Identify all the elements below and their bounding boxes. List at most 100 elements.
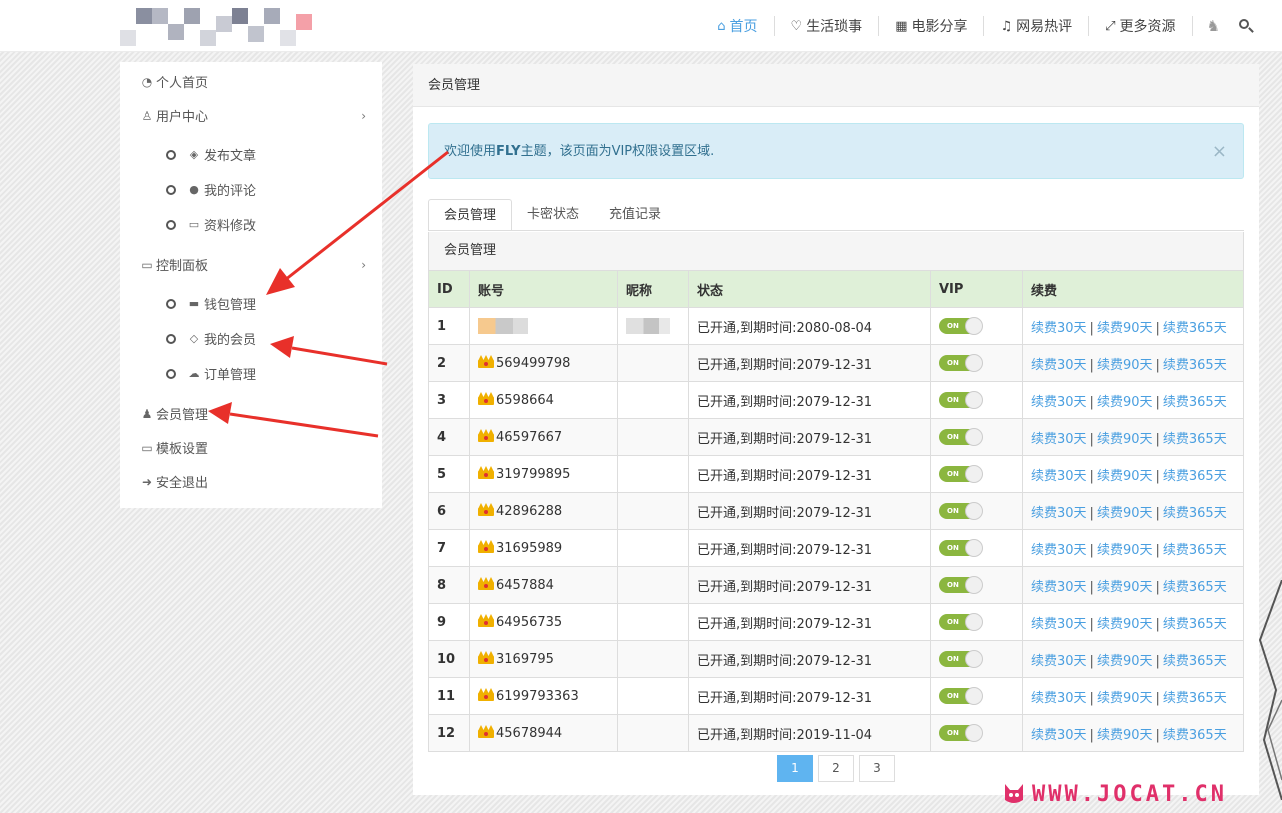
toggle-knob — [965, 687, 983, 705]
circle-bullet-icon — [166, 149, 176, 160]
cell-renew: 续费30天 | 续费90天 | 续费365天 — [1022, 381, 1244, 419]
renew-90-link[interactable]: 续费90天 — [1097, 469, 1153, 484]
vip-toggle[interactable]: ON — [939, 650, 983, 668]
renew-30-link[interactable]: 续费30天 — [1031, 580, 1087, 595]
cell-renew: 续费30天 | 续费90天 | 续费365天 — [1022, 640, 1244, 678]
vip-toggle[interactable]: ON — [939, 687, 983, 705]
nav-home[interactable]: ⌂ 首页 — [701, 16, 775, 36]
renew-90-link[interactable]: 续费90天 — [1097, 358, 1153, 373]
vip-toggle[interactable]: ON — [939, 465, 983, 483]
tab-card-status[interactable]: 卡密状态 — [512, 199, 594, 231]
vip-toggle[interactable]: ON — [939, 317, 983, 335]
nav-more[interactable]: ⤢ 更多资源 — [1089, 16, 1193, 36]
cell-renew: 续费30天 | 续费90天 | 续费365天 — [1022, 566, 1244, 604]
renew-30-link[interactable]: 续费30天 — [1031, 321, 1087, 336]
renew-90-link[interactable]: 续费90天 — [1097, 395, 1153, 410]
renew-90-link[interactable]: 续费90天 — [1097, 617, 1153, 632]
renew-365-link[interactable]: 续费365天 — [1163, 395, 1227, 410]
sidebar-item-wallet[interactable]: ▬ 钱包管理 — [166, 294, 256, 313]
sidebar-item-member-manage[interactable]: ♟ 会员管理 — [140, 404, 208, 424]
table-body: 1 已开通,到期时间:2080-08-04 ON 续费30天 | 续费90天 | 续费365天… — [428, 307, 1244, 752]
cell-nickname — [617, 455, 689, 493]
renew-365-link[interactable]: 续费365天 — [1163, 321, 1227, 336]
vip-toggle[interactable]: ON — [939, 613, 983, 631]
close-icon[interactable]: × — [1212, 124, 1227, 180]
renew-30-link[interactable]: 续费30天 — [1031, 432, 1087, 447]
nav-movies[interactable]: ▦ 电影分享 — [879, 16, 985, 36]
renew-30-link[interactable]: 续费30天 — [1031, 543, 1087, 558]
vip-toggle[interactable]: ON — [939, 576, 983, 594]
toggle-knob — [965, 539, 983, 557]
cell-status: 已开通,到期时间:2079-12-31 — [688, 603, 931, 641]
renew-365-link[interactable]: 续费365天 — [1163, 728, 1227, 743]
cell-vip: ON — [930, 492, 1023, 530]
renew-90-link[interactable]: 续费90天 — [1097, 543, 1153, 558]
sidebar-item-user-center[interactable]: ♙ 用户中心 › — [140, 106, 366, 126]
table-row: 4 46597667 已开通,到期时间:2079-12-31 ON 续费30天 | 续费90… — [428, 418, 1244, 456]
page-1[interactable]: 1 — [777, 755, 813, 782]
vip-toggle[interactable]: ON — [939, 502, 983, 520]
sidebar-item-logout[interactable]: ➜ 安全退出 — [140, 472, 208, 492]
sidebar-item-label: 控制面板 — [156, 259, 209, 274]
alert-bold: FLY — [496, 144, 521, 159]
renew-365-link[interactable]: 续费365天 — [1163, 358, 1227, 373]
sidebar-item-home[interactable]: ◔ 个人首页 — [140, 72, 208, 92]
sidebar-item-publish[interactable]: ◈ 发布文章 — [166, 145, 256, 164]
tab-recharge-log[interactable]: 充值记录 — [594, 199, 676, 231]
cell-id: 10 — [428, 640, 470, 678]
cell-account: 46597667 — [469, 418, 618, 456]
tab-member-manage[interactable]: 会员管理 — [428, 199, 513, 231]
table-row: 1 已开通,到期时间:2080-08-04 ON 续费30天 | 续费90天 | 续费365天 — [428, 307, 1244, 345]
renew-90-link[interactable]: 续费90天 — [1097, 654, 1153, 669]
renew-30-link[interactable]: 续费30天 — [1031, 654, 1087, 669]
vip-toggle[interactable]: ON — [939, 391, 983, 409]
renew-365-link[interactable]: 续费365天 — [1163, 580, 1227, 595]
vip-toggle[interactable]: ON — [939, 724, 983, 742]
site-logo-blurred[interactable] — [120, 8, 342, 48]
sidebar-item-template[interactable]: ▭ 模板设置 — [140, 438, 208, 458]
sidebar-item-comments[interactable]: ● 我的评论 — [166, 180, 256, 199]
renew-30-link[interactable]: 续费30天 — [1031, 395, 1087, 410]
renew-365-link[interactable]: 续费365天 — [1163, 691, 1227, 706]
vip-toggle[interactable]: ON — [939, 354, 983, 372]
squirrel-avatar-icon[interactable]: ♞ — [1207, 17, 1220, 35]
sidebar-item-orders[interactable]: ☁ 订单管理 — [166, 364, 256, 383]
nav-life[interactable]: ♡ 生活琐事 — [775, 16, 880, 36]
vip-toggle[interactable]: ON — [939, 428, 983, 446]
renew-365-link[interactable]: 续费365天 — [1163, 432, 1227, 447]
toggle-label: ON — [947, 433, 959, 441]
table-row: 5 319799895 已开通,到期时间:2079-12-31 ON 续费30天 | 续费9… — [428, 455, 1244, 493]
renew-365-link[interactable]: 续费365天 — [1163, 617, 1227, 632]
search-icon[interactable] — [1238, 18, 1254, 34]
sidebar-item-my-vip[interactable]: ◇ 我的会员 — [166, 329, 256, 348]
renew-30-link[interactable]: 续费30天 — [1031, 469, 1087, 484]
renew-90-link[interactable]: 续费90天 — [1097, 432, 1153, 447]
renew-30-link[interactable]: 续费30天 — [1031, 358, 1087, 373]
renew-90-link[interactable]: 续费90天 — [1097, 728, 1153, 743]
vip-toggle[interactable]: ON — [939, 539, 983, 557]
renew-90-link[interactable]: 续费90天 — [1097, 321, 1153, 336]
renew-90-link[interactable]: 续费90天 — [1097, 506, 1153, 521]
nav-netease[interactable]: ♫ 网易热评 — [984, 16, 1090, 36]
separator: | — [1089, 542, 1094, 558]
alert-prefix: 欢迎使用 — [444, 144, 497, 159]
renew-365-link[interactable]: 续费365天 — [1163, 506, 1227, 521]
cell-nickname — [617, 344, 689, 382]
renew-30-link[interactable]: 续费30天 — [1031, 506, 1087, 521]
sign-out-icon: ➜ — [141, 474, 153, 489]
sidebar-item-control-panel[interactable]: ▭ 控制面板 › — [140, 255, 366, 275]
renew-30-link[interactable]: 续费30天 — [1031, 691, 1087, 706]
renew-90-link[interactable]: 续费90天 — [1097, 580, 1153, 595]
separator: | — [1155, 727, 1160, 743]
renew-90-link[interactable]: 续费90天 — [1097, 691, 1153, 706]
renew-365-link[interactable]: 续费365天 — [1163, 654, 1227, 669]
renew-30-link[interactable]: 续费30天 — [1031, 617, 1087, 632]
sidebar-item-profile[interactable]: ▭ 资料修改 — [166, 215, 256, 234]
page-3[interactable]: 3 — [859, 755, 895, 782]
renew-30-link[interactable]: 续费30天 — [1031, 728, 1087, 743]
renew-365-link[interactable]: 续费365天 — [1163, 543, 1227, 558]
toggle-knob — [965, 465, 983, 483]
renew-365-link[interactable]: 续费365天 — [1163, 469, 1227, 484]
toggle-knob — [965, 391, 983, 409]
page-2[interactable]: 2 — [818, 755, 854, 782]
